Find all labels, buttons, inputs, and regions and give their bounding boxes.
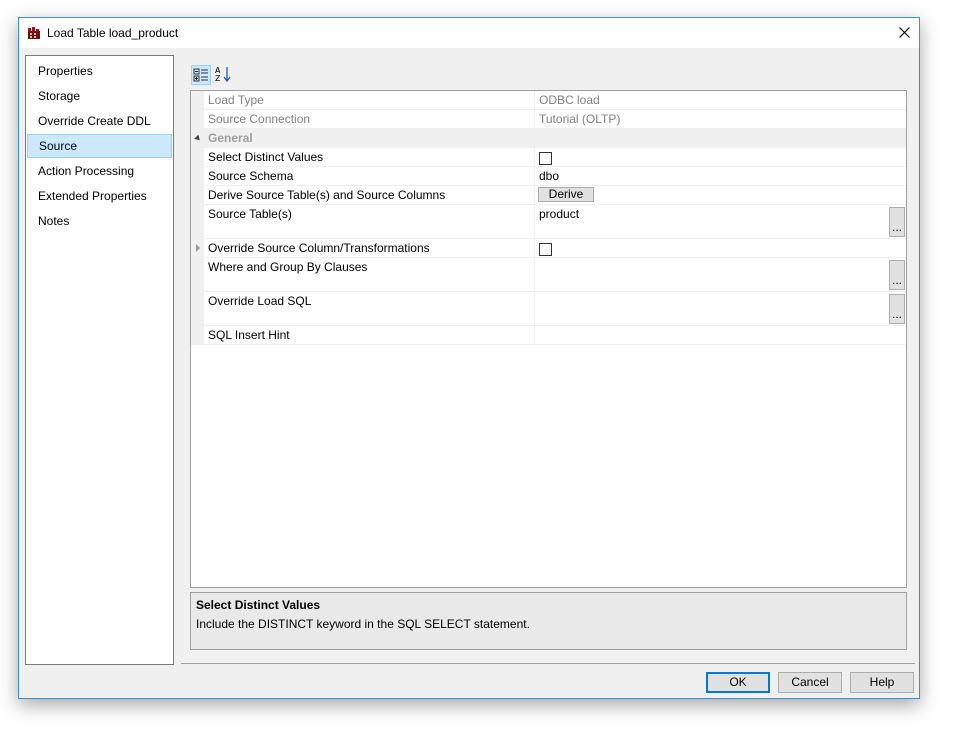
help-pane: Select Distinct Values Include the DISTI… (190, 592, 907, 650)
help-button[interactable]: Help (850, 672, 914, 693)
help-title: Select Distinct Values (196, 598, 321, 612)
property-label: Override Source Column/Transformations (208, 241, 430, 255)
window-title: Load Table load_product (47, 26, 179, 40)
row-override-source-column[interactable]: Override Source Column/Transformations (191, 239, 906, 258)
alphabetical-view-button[interactable]: A Z (214, 65, 234, 85)
nav-item-extended-properties[interactable]: Extended Properties (26, 184, 173, 208)
row-load-type: Load Type ODBC load (191, 91, 906, 110)
cancel-button[interactable]: Cancel (778, 672, 842, 693)
source-connection-value: Tutorial (OLTP) (539, 112, 621, 126)
derive-button[interactable]: Derive (538, 187, 594, 202)
svg-text:Z: Z (215, 74, 221, 83)
row-where-group-by[interactable]: Where and Group By Clauses ... (191, 258, 906, 292)
property-label: SQL Insert Hint (208, 328, 290, 342)
property-grid: Load Type ODBC load Source Connection Tu… (190, 90, 907, 588)
help-description: Include the DISTINCT keyword in the SQL … (196, 617, 530, 631)
row-derive-source: Derive Source Table(s) and Source Column… (191, 186, 906, 205)
row-source-schema[interactable]: Source Schema dbo (191, 167, 906, 186)
categorized-view-icon (193, 68, 208, 82)
property-label: Override Load SQL (208, 294, 312, 308)
nav-item-notes[interactable]: Notes (26, 209, 173, 233)
property-label: Load Type (208, 93, 264, 107)
nav-item-source[interactable]: Source (27, 134, 172, 158)
category-general[interactable]: General (191, 129, 906, 148)
source-schema-value[interactable]: dbo (539, 169, 559, 183)
dialog-window: Load Table load_product Properties Stora… (18, 17, 920, 699)
close-button[interactable] (889, 18, 919, 48)
property-label: Derive Source Table(s) and Source Column… (208, 188, 446, 202)
button-separator (181, 663, 915, 664)
category-label: General (208, 131, 253, 145)
load-type-value: ODBC load (539, 93, 600, 107)
property-label: Source Table(s) (208, 207, 292, 221)
categorized-view-button[interactable] (191, 65, 211, 85)
property-label: Source Schema (208, 169, 294, 183)
load-table-icon (28, 27, 40, 39)
select-distinct-checkbox[interactable] (539, 152, 552, 165)
where-group-by-ellipsis-button[interactable]: ... (889, 260, 905, 290)
property-label: Select Distinct Values (208, 150, 324, 164)
nav-item-properties[interactable]: Properties (26, 59, 173, 83)
row-sql-insert-hint[interactable]: SQL Insert Hint (191, 326, 906, 345)
navigation-list: Properties Storage Override Create DDL S… (25, 55, 174, 665)
ok-button[interactable]: OK (706, 672, 770, 693)
property-label: Source Connection (208, 112, 311, 126)
row-source-connection: Source Connection Tutorial (OLTP) (191, 110, 906, 129)
override-load-sql-ellipsis-button[interactable]: ... (889, 294, 905, 324)
property-label: Where and Group By Clauses (208, 260, 368, 274)
title-bar: Load Table load_product (19, 18, 919, 48)
sort-alphabetical-icon: A Z (215, 66, 231, 83)
expand-icon[interactable] (196, 244, 200, 252)
nav-item-action-processing[interactable]: Action Processing (26, 159, 173, 183)
nav-item-storage[interactable]: Storage (26, 84, 173, 108)
row-override-load-sql[interactable]: Override Load SQL ... (191, 292, 906, 326)
row-source-tables[interactable]: Source Table(s) product ... (191, 205, 906, 239)
source-tables-ellipsis-button[interactable]: ... (889, 207, 905, 237)
override-source-column-checkbox[interactable] (539, 243, 552, 256)
nav-item-override-create-ddl[interactable]: Override Create DDL (26, 109, 173, 133)
close-icon (898, 27, 910, 38)
collapse-icon[interactable] (194, 134, 202, 143)
source-tables-value[interactable]: product (539, 207, 579, 221)
row-select-distinct-values[interactable]: Select Distinct Values (191, 148, 906, 167)
